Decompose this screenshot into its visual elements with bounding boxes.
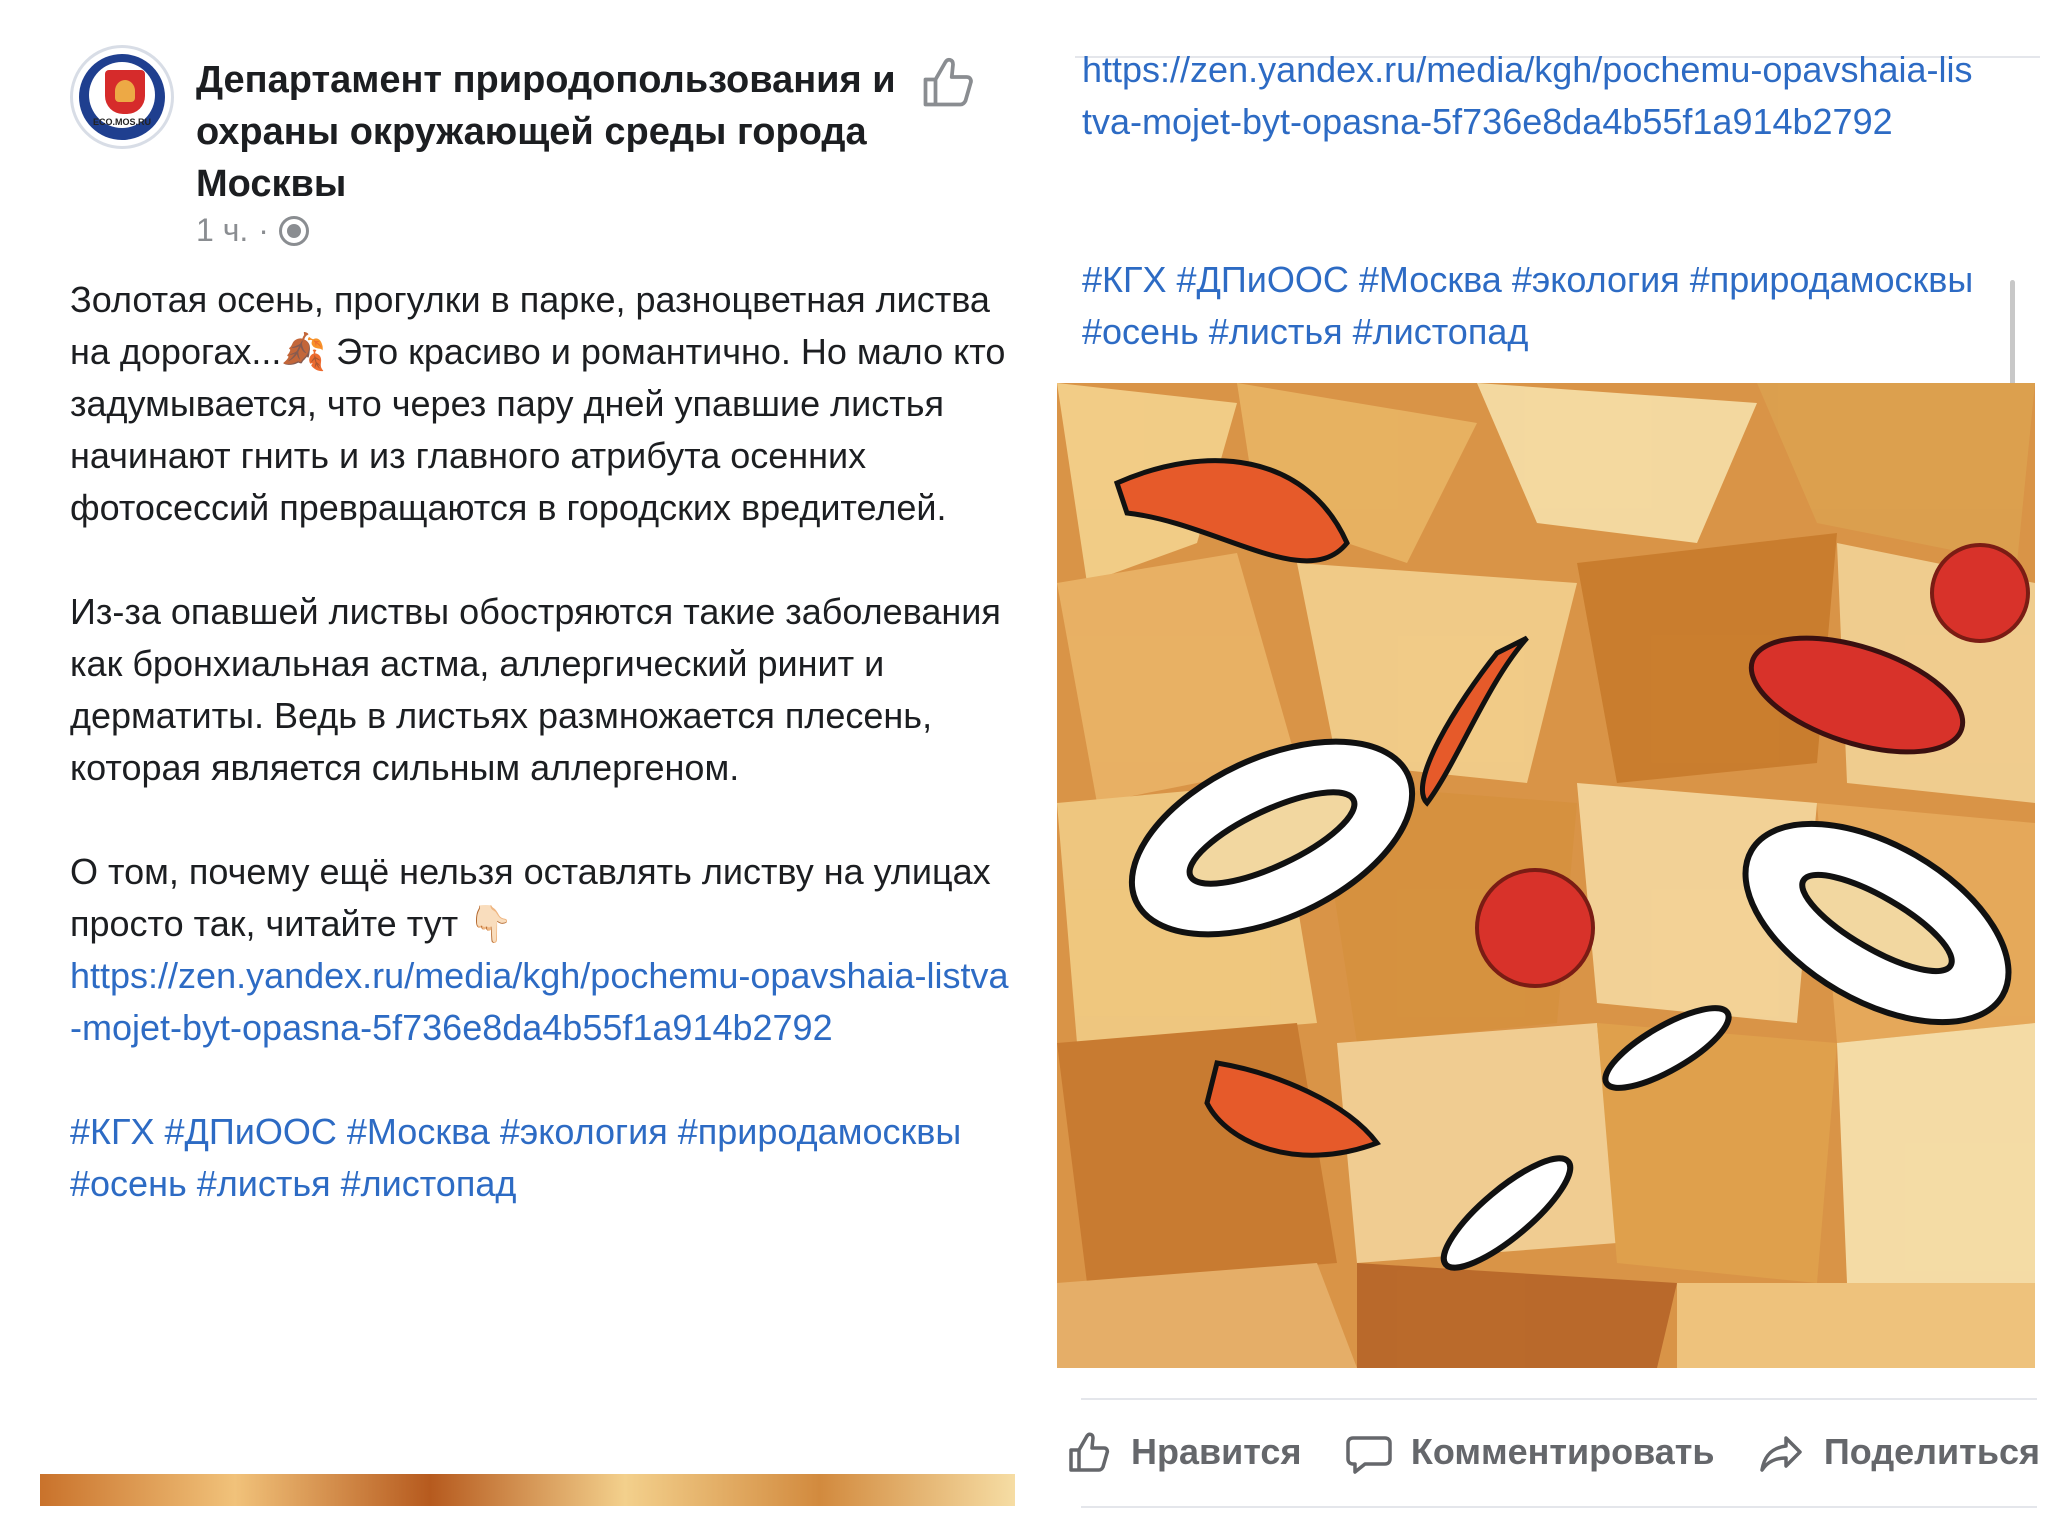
post-paragraph-1: Золотая осень, прогулки в парке, разноцв… — [70, 279, 1006, 528]
page-avatar[interactable]: ECO.MOS.RU — [70, 45, 174, 149]
autumn-leaves-bacteria-illustration — [1057, 383, 2035, 1368]
post-time[interactable]: 1 ч. — [196, 212, 248, 249]
comment-label: Комментировать — [1410, 1431, 1715, 1472]
share-button[interactable]: Поделиться — [1758, 1428, 2040, 1476]
actions-top-divider — [1081, 1398, 2037, 1400]
post-image-preview[interactable] — [40, 1474, 1015, 1506]
like-button[interactable]: Нравится — [1065, 1428, 1301, 1476]
share-label: Поделиться — [1823, 1431, 2040, 1472]
scrollbar[interactable] — [2010, 280, 2015, 390]
post-actions-bar: Нравится Комментировать Поделиться — [1065, 1412, 2040, 1492]
right-post-panel: https://zen.yandex.ru/media/kgh/pochemu-… — [1035, 0, 2048, 1536]
post-link[interactable]: https://zen.yandex.ru/media/kgh/pochemu-… — [70, 950, 1010, 1054]
page-name[interactable]: Департамент природопользования и охраны … — [196, 54, 916, 210]
like-label: Нравится — [1131, 1431, 1302, 1472]
globe-icon — [278, 215, 309, 246]
post-link-continued[interactable]: https://zen.yandex.ru/media/kgh/pochemu-… — [1082, 44, 1982, 148]
share-arrow-icon — [1760, 1436, 1802, 1472]
post-hashtags-continued[interactable]: #КГХ #ДПиООС #Москва #экология #природам… — [1082, 254, 1982, 358]
like-thumb-icon — [1069, 1432, 1110, 1472]
post-paragraph-3: О том, почему ещё нельзя оставлять листв… — [70, 851, 991, 944]
moscow-coat-of-arms-icon — [105, 70, 145, 114]
post-meta: 1 ч. · — [196, 212, 309, 249]
meta-separator: · — [258, 212, 269, 248]
post-hashtags[interactable]: #КГХ #ДПиООС #Москва #экология #природам… — [70, 1106, 1010, 1210]
actions-bottom-divider — [1081, 1506, 2037, 1508]
comment-bubble-icon — [1346, 1436, 1392, 1474]
post-text: Золотая осень, прогулки в парке, разноцв… — [70, 274, 1010, 1262]
comment-button[interactable]: Комментировать — [1345, 1428, 1715, 1476]
avatar-label: ECO.MOS.RU — [92, 117, 151, 127]
post-photo[interactable] — [1057, 383, 2035, 1368]
post-paragraph-2: Из-за опавшей листвы обостряются такие з… — [70, 591, 1001, 788]
left-post-panel: ECO.MOS.RU Департамент природопользовани… — [0, 0, 1035, 1536]
like-thumb-icon[interactable] — [918, 52, 978, 112]
